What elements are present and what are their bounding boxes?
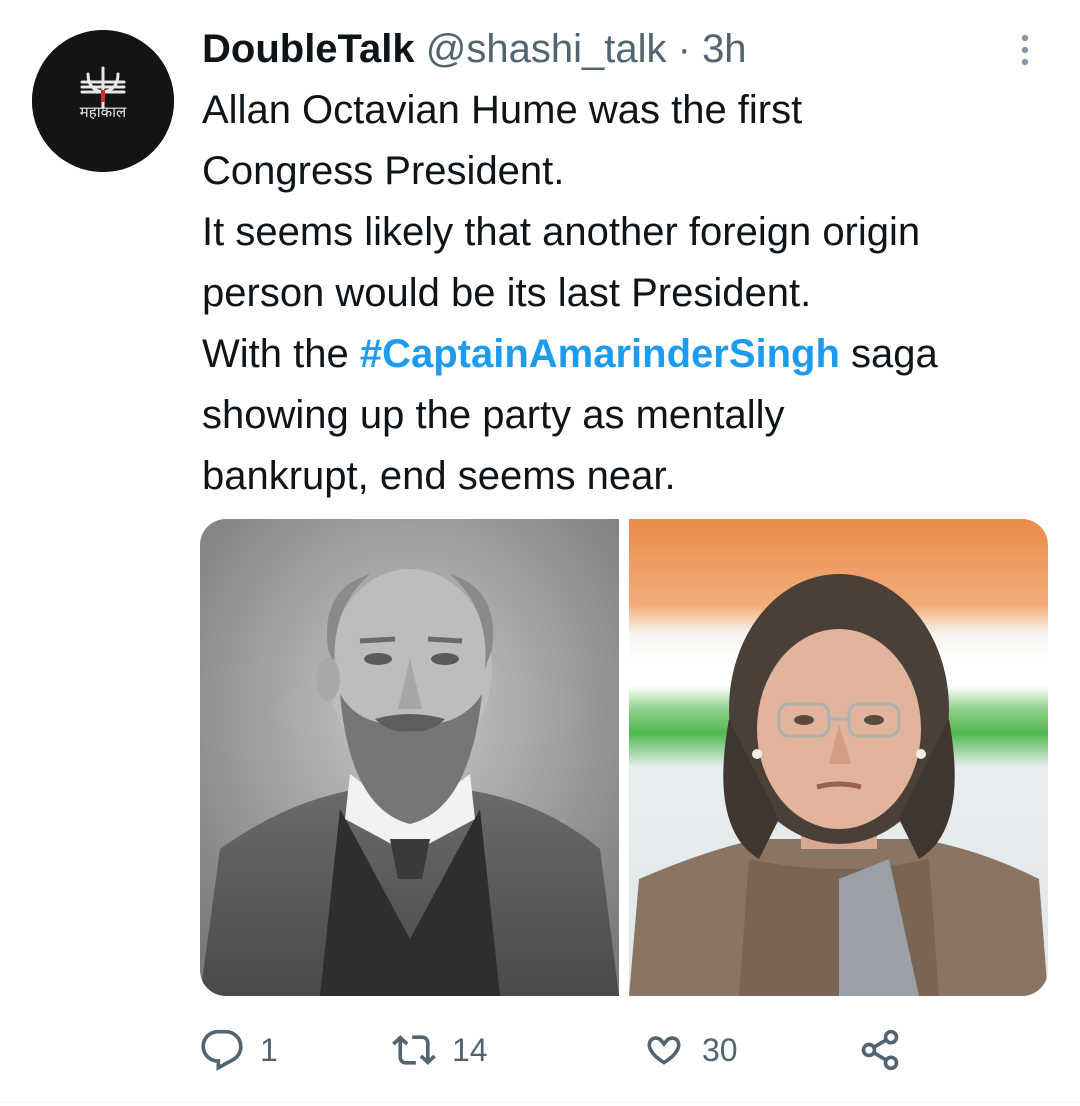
tweet-text-line: Congress President. (202, 149, 565, 193)
tweet-actions: 1 14 30 (200, 1026, 920, 1074)
tweet-divider (0, 1102, 1080, 1103)
mahakal-avatar-icon: महाकाल (32, 30, 174, 172)
author-display-name[interactable]: DoubleTalk (202, 27, 415, 71)
tweet-text-line: Allan Octavian Hume was the first (202, 88, 803, 132)
author-handle[interactable]: @shashi_talk (426, 27, 667, 71)
reply-icon (201, 1029, 243, 1071)
more-options-icon[interactable] (1005, 28, 1045, 72)
tweet-text-line: It seems likely that another foreign ori… (202, 210, 921, 254)
hashtag-link[interactable]: #CaptainAmarinderSingh (360, 332, 840, 376)
share-button[interactable] (858, 1026, 902, 1074)
tweet-text-line: person would be its last President. (202, 271, 812, 315)
like-count: 30 (702, 1031, 738, 1068)
portrait-photo-bw (200, 519, 619, 996)
svg-text:महाकाल: महाकाल (80, 103, 127, 121)
retweet-count: 14 (452, 1031, 488, 1068)
retweet-icon (392, 1035, 436, 1065)
header-separator: · (677, 27, 691, 71)
retweet-button[interactable]: 14 (392, 1026, 488, 1074)
tweet-text-line: With the #CaptainAmarinderSingh saga (202, 324, 1062, 385)
portrait-photo-color (629, 519, 1048, 996)
heart-icon (647, 1036, 681, 1065)
media-photo-left[interactable] (200, 519, 619, 996)
tweet-text-line: showing up the party as mentally (202, 393, 785, 437)
like-button[interactable]: 30 (642, 1026, 738, 1074)
tweet-header: DoubleTalk @shashi_talk · 3h (202, 24, 747, 74)
tweet-text-segment: saga (839, 332, 938, 376)
author-avatar[interactable]: महाकाल (32, 30, 174, 172)
tweet-media (200, 519, 1048, 996)
tweet-text: Allan Octavian Hume was the first Congre… (202, 80, 1062, 507)
tweet-text-segment: With the (202, 332, 360, 376)
reply-count: 1 (260, 1031, 278, 1068)
tweet-text-line: bankrupt, end seems near. (202, 454, 676, 498)
tweet-timestamp[interactable]: 3h (702, 27, 747, 71)
reply-button[interactable]: 1 (200, 1026, 278, 1074)
media-photo-right[interactable] (629, 519, 1048, 996)
share-icon (861, 1029, 899, 1071)
